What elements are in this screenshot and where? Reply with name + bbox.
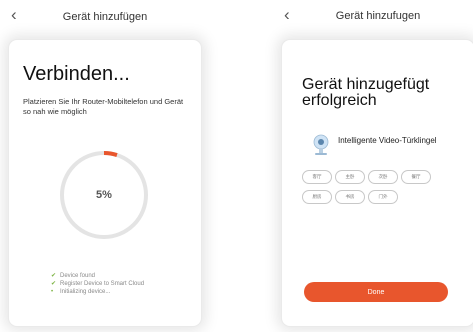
room-chip[interactable]: 门外 bbox=[368, 190, 398, 204]
progress-percentage: 5% bbox=[96, 189, 112, 201]
device-name: Intelligente Video-Türklingel bbox=[338, 136, 437, 145]
dot-icon: • bbox=[51, 289, 54, 295]
page-title: Gerät hinzufugen bbox=[335, 10, 421, 22]
room-chip[interactable]: 书房 bbox=[335, 190, 365, 204]
top-bar: ‹ Gerät hinzufügen bbox=[5, 0, 205, 40]
step-device-found: ✔ Device found bbox=[51, 272, 144, 280]
page-title: Gerät hinzufügen bbox=[62, 11, 148, 23]
step-initializing: • Initializing device... bbox=[51, 288, 144, 296]
placement-instruction: Platzieren Sie Ihr Router-Mobiltelefon u… bbox=[23, 97, 184, 116]
step-label: Register Device to Smart Cloud bbox=[60, 281, 145, 287]
room-chip[interactable]: 主卧 bbox=[335, 170, 365, 184]
connecting-heading: Verbinden... bbox=[23, 63, 130, 85]
check-icon: ✔ bbox=[51, 273, 57, 279]
check-icon: ✔ bbox=[51, 281, 57, 287]
step-register-cloud: ✔ Register Device to Smart Cloud bbox=[51, 280, 144, 288]
connecting-card: Verbinden... Platzieren Sie Ihr Router-M… bbox=[9, 40, 201, 326]
added-device-row: Intelligente Video-Türklingel bbox=[312, 134, 473, 158]
camera-icon bbox=[313, 134, 329, 155]
step-label: Device found bbox=[60, 273, 96, 279]
room-chip[interactable]: 次卧 bbox=[368, 170, 398, 184]
connection-steps-list: ✔ Device found ✔ Register Device to Smar… bbox=[51, 272, 144, 296]
connecting-screen: ‹ Gerät hinzufügen Verbinden... Platzier… bbox=[5, 0, 205, 332]
room-chip[interactable]: 客厅 bbox=[302, 170, 332, 184]
done-button[interactable]: Done bbox=[304, 282, 448, 302]
success-heading: Gerät hinzugefügt erfolgreich bbox=[302, 76, 430, 109]
room-chip[interactable]: 厨房 bbox=[302, 190, 332, 204]
top-bar: ‹ Gerät hinzufugen bbox=[278, 0, 473, 40]
step-label: Initializing device... bbox=[60, 289, 111, 295]
success-card: Gerät hinzugefügt erfolgreich Intelligen… bbox=[282, 40, 473, 326]
progress-ring: 5% bbox=[54, 145, 154, 245]
success-screen: ‹ Gerät hinzufugen Gerät hinzugefügt erf… bbox=[278, 0, 473, 332]
room-selector: 客厅 主卧 次卧 餐厅厨房 书房 门外 bbox=[302, 170, 452, 210]
room-chip[interactable]: 餐厅 bbox=[401, 170, 431, 184]
